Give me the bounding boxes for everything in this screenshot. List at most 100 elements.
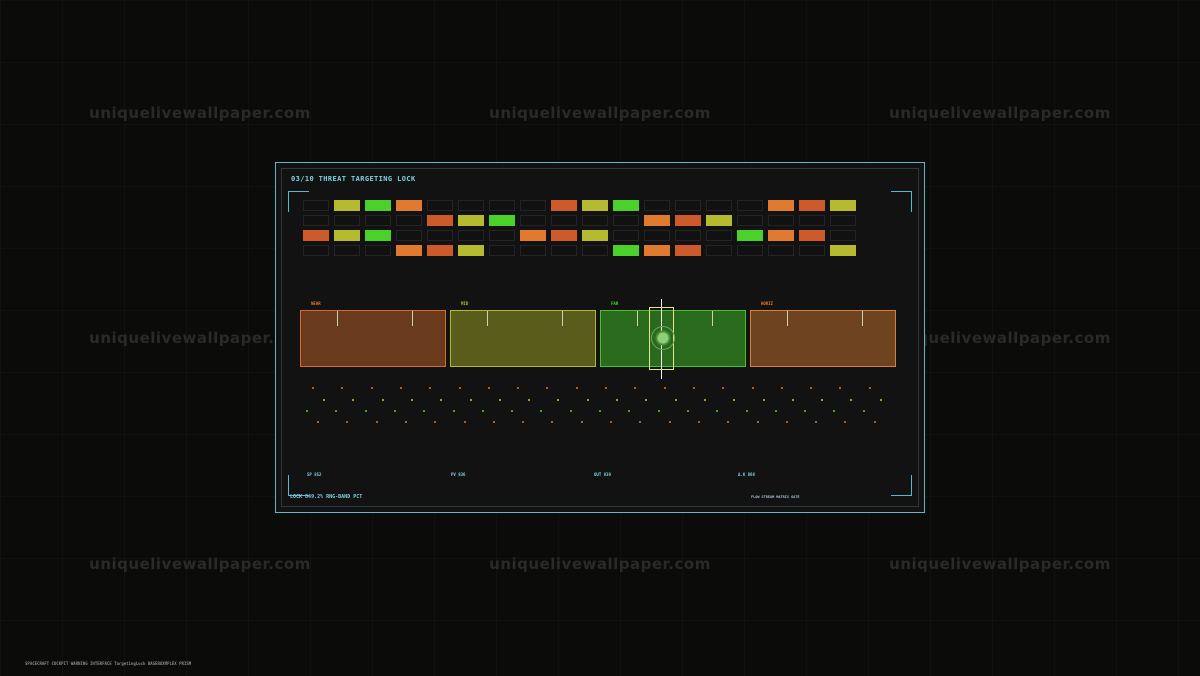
threat-cell [613, 230, 639, 241]
signal-dot [487, 387, 490, 389]
threat-cell [644, 200, 670, 211]
signal-dot [862, 410, 865, 412]
threat-cell [334, 230, 360, 241]
threat-cell [613, 200, 639, 211]
signal-dot [323, 399, 325, 401]
signal-dot [580, 421, 583, 423]
threat-cell [489, 215, 515, 226]
threat-cell [334, 215, 360, 226]
signal-dot [586, 399, 589, 401]
threat-cell [706, 215, 732, 226]
threat-cell [303, 200, 329, 211]
signal-dot [762, 399, 765, 401]
signal-dot [370, 387, 373, 389]
threat-cell [520, 245, 546, 256]
signal-dot [410, 399, 413, 401]
watermark: uniquelivewallpaper.com [489, 104, 711, 122]
threat-cell [551, 245, 577, 256]
threat-cell [458, 230, 484, 241]
signal-dot [674, 399, 677, 401]
signal-dot [703, 399, 706, 401]
reticle-icon [651, 326, 675, 350]
signal-dot [756, 421, 759, 423]
threat-cell [737, 200, 763, 211]
watermark: uniquelivewallpaper.com [889, 104, 1111, 122]
signal-dot [780, 387, 783, 389]
targeting-panel: 03/10 THREAT TARGETING LOCK NEAR MID FAR HO… [275, 162, 925, 513]
threat-cell [675, 215, 701, 226]
signal-dot [452, 410, 455, 412]
signal-dot [463, 421, 466, 423]
zone-label: MID [461, 301, 469, 306]
signal-dot [399, 387, 402, 389]
signal-dot [569, 410, 572, 412]
watermark: uniquelivewallpaper.com [489, 555, 711, 573]
threat-cell [644, 245, 670, 256]
threat-cell [706, 245, 732, 256]
threat-cell [396, 215, 422, 226]
threat-cell [551, 230, 577, 241]
zone-label: HORIZ [761, 301, 774, 306]
watermark: uniquelivewallpaper.com [89, 104, 311, 122]
signal-dot [481, 410, 484, 412]
threat-cell [520, 215, 546, 226]
threat-cell [644, 215, 670, 226]
corner-bracket-bottom-right [891, 475, 912, 496]
stat-readout: OUT 839 [594, 472, 611, 477]
threat-cell [830, 215, 856, 226]
range-zone[interactable] [300, 310, 446, 367]
zone-tick [562, 311, 563, 326]
threat-cell [365, 245, 391, 256]
threat-cell [830, 230, 856, 241]
threat-cell [830, 245, 856, 256]
signal-dot [751, 387, 754, 389]
signal-dot [381, 399, 384, 401]
threat-cell [489, 200, 515, 211]
threat-cell [551, 215, 577, 226]
threat-cell [427, 200, 453, 211]
zone-label: NEAR [311, 301, 321, 306]
threat-cell [551, 200, 577, 211]
threat-cell [489, 230, 515, 241]
threat-cell [334, 200, 360, 211]
signal-dot [605, 387, 607, 389]
flow-status: FLOW STREAM MATRIX GATE [751, 495, 800, 499]
signal-dot [599, 410, 601, 412]
signal-dot [663, 387, 666, 389]
signal-dot [879, 399, 882, 401]
threat-cell [365, 230, 391, 241]
stat-readout: Δ.K 868 [738, 472, 755, 477]
signal-dot [686, 410, 689, 412]
signal-dot [657, 410, 660, 412]
threat-cell [706, 230, 732, 241]
watermark: uniquelivewallpaper.com [889, 555, 1111, 573]
threat-cell [613, 215, 639, 226]
threat-cell [737, 230, 763, 241]
threat-cell [768, 245, 794, 256]
threat-cell [458, 200, 484, 211]
range-zone[interactable] [750, 310, 896, 367]
threat-cell [303, 230, 329, 241]
threat-cell [303, 215, 329, 226]
signal-dot [873, 421, 876, 423]
signal-dot [697, 421, 700, 423]
signal-dot [774, 410, 777, 412]
threat-cell [582, 215, 608, 226]
threat-cell [458, 245, 484, 256]
threat-cell [458, 215, 484, 226]
corner-bracket-top-right [891, 191, 912, 212]
signal-dot [317, 421, 319, 423]
signal-dot [785, 421, 788, 423]
zone-tick [712, 311, 713, 326]
lock-status: LOCK 849.2% RNG-BAND PCT [290, 494, 363, 500]
threat-cell [396, 200, 422, 211]
signal-dot [498, 399, 501, 401]
signal-dot [575, 387, 578, 389]
signal-dot [791, 399, 794, 401]
signal-dot [375, 421, 378, 423]
threat-cell [427, 215, 453, 226]
zone-tick [487, 311, 488, 326]
zone-tick [412, 311, 413, 326]
signal-dot [692, 387, 695, 389]
range-zone[interactable] [450, 310, 596, 367]
